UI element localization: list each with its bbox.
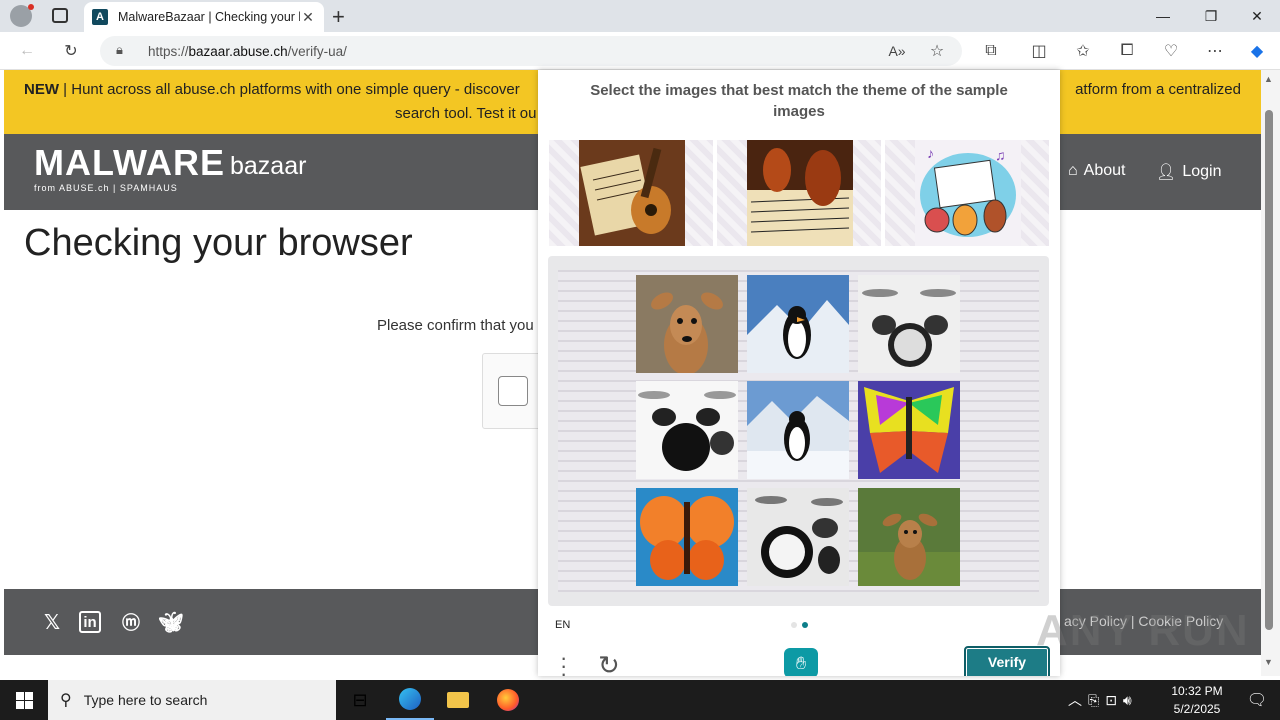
search-icon: ⚲	[60, 692, 72, 709]
lock-icon[interactable]: 🔒︎	[116, 42, 132, 60]
taskbar-clock[interactable]: 10:32 PM 5/2/2025	[1160, 682, 1234, 718]
captcha-menu-icon[interactable]: · · ·	[560, 647, 567, 677]
nav-about-label: About	[1083, 162, 1126, 179]
window-close-icon[interactable]: ✕	[1234, 0, 1280, 32]
tile-penguin[interactable]	[747, 381, 849, 479]
hcaptcha-logo-icon: ✋︎	[784, 648, 818, 676]
minimize-icon[interactable]: —	[1140, 0, 1186, 32]
more-options-icon[interactable]: ⋯	[1202, 38, 1228, 64]
favorites-icon[interactable]: ✩	[1070, 38, 1096, 64]
file-explorer-icon[interactable]	[434, 680, 482, 720]
edge-taskbar-icon[interactable]	[386, 680, 434, 720]
sample-image-cartoon-instruments: ♪ ♫	[885, 140, 1049, 246]
system-tray-icons[interactable]: ︿⎘⊡🔊︎	[1068, 690, 1138, 710]
banner-text: | Hunt across all abuse.ch platforms wit…	[59, 81, 520, 98]
url-domain: bazaar.abuse.ch	[188, 43, 288, 59]
browser-essentials-icon[interactable]: ♡	[1158, 38, 1184, 64]
notification-center-icon[interactable]: 🗨︎	[1234, 680, 1280, 720]
tile-butterfly[interactable]	[636, 488, 738, 586]
url-scheme: https://	[148, 43, 189, 59]
banner-text-continued: atform from a centralized	[1075, 81, 1241, 98]
language-selector[interactable]: EN	[555, 619, 570, 631]
captcha-prompt: Select the images that best match the th…	[590, 82, 1008, 120]
violin-sheet-music-image	[747, 140, 853, 246]
page-dot-1[interactable]	[791, 622, 797, 628]
url-input[interactable]: https://bazaar.abuse.ch/verify-ua/	[100, 36, 962, 66]
scroll-down-icon[interactable]: ▼	[1264, 657, 1273, 667]
extensions-icon[interactable]: ⧉	[978, 38, 1004, 64]
sample-image-violin	[717, 140, 881, 246]
tab-close-icon[interactable]: ✕	[300, 9, 316, 26]
guitar-sheet-music-image	[579, 140, 685, 246]
user-icon: 👤︎	[1156, 164, 1177, 181]
captcha-checkbox[interactable]	[498, 376, 528, 406]
confirm-text: Please confirm that you	[377, 317, 534, 334]
tile-penguin[interactable]	[747, 275, 849, 373]
logo-from-abuse-spamhaus: from ABUSE.ch | SPAMHAUS	[34, 183, 178, 193]
svg-text:♫: ♫	[995, 147, 1006, 163]
logo-bazaar[interactable]: bazaar	[230, 152, 306, 181]
split-screen-icon[interactable]: ◫	[1026, 38, 1052, 64]
scrollbar-thumb[interactable]	[1265, 110, 1273, 630]
page-dot-2-active[interactable]	[802, 622, 808, 628]
task-view-icon[interactable]: ⊟	[336, 680, 384, 720]
page-title: Checking your browser	[24, 222, 413, 264]
mastodon-icon[interactable]: ⓜ	[118, 609, 144, 635]
anyrun-watermark: ANY RUN	[1036, 606, 1250, 655]
captcha-challenge-panel: Select the images that best match the th…	[538, 70, 1060, 676]
cartoon-instruments-image: ♪ ♫	[915, 140, 1021, 246]
tab-title: MalwareBazaar | Checking your b	[118, 10, 300, 24]
new-tab-icon[interactable]: +	[332, 4, 352, 29]
svg-text:♪: ♪	[927, 145, 934, 161]
nav-login-label: Login	[1182, 163, 1222, 180]
tile-drum-kit[interactable]	[636, 381, 738, 479]
taskbar-search-box[interactable]: ⚲ Type here to search	[48, 680, 336, 720]
banner-new-label: NEW	[24, 81, 59, 98]
malwarebazaar-favicon-icon: A	[92, 9, 108, 25]
tile-deer[interactable]	[636, 275, 738, 375]
clock-date: 5/2/2025	[1173, 702, 1221, 716]
tab-actions-icon[interactable]	[52, 8, 68, 23]
clock-time: 10:32 PM	[1171, 684, 1223, 698]
captcha-refresh-icon[interactable]: ↻	[598, 650, 620, 676]
refresh-icon[interactable]: ↻	[58, 38, 84, 64]
taskbar-search-placeholder: Type here to search	[83, 692, 208, 708]
firefox-icon[interactable]	[484, 680, 532, 720]
copilot-icon[interactable]: ◆	[1244, 38, 1270, 64]
x-twitter-icon[interactable]: 𝕏	[39, 609, 65, 635]
favorite-star-icon[interactable]: ☆	[924, 38, 950, 64]
profile-badge-icon	[28, 4, 34, 10]
collections-icon[interactable]: ⧠	[1114, 38, 1140, 64]
tile-drum-kit[interactable]	[747, 488, 849, 586]
nav-login-link[interactable]: 👤︎ Login	[1156, 162, 1221, 182]
home-icon: ⌂	[1068, 162, 1078, 179]
tile-deer[interactable]	[858, 488, 960, 586]
browser-tab[interactable]: A MalwareBazaar | Checking your b ✕	[84, 2, 324, 32]
bluesky-icon[interactable]: 🦋︎	[158, 609, 184, 635]
start-button[interactable]	[0, 680, 48, 720]
read-aloud-icon[interactable]: A»	[884, 38, 910, 64]
back-icon[interactable]: ←	[14, 38, 40, 64]
linkedin-icon[interactable]: in	[79, 611, 101, 633]
scroll-up-icon[interactable]: ▲	[1264, 74, 1273, 84]
restore-icon[interactable]: ❐	[1188, 0, 1234, 32]
tile-drum-kit[interactable]	[858, 275, 960, 373]
url-path: /verify-ua/	[287, 43, 347, 59]
logo-malware[interactable]: MALWARE	[34, 142, 225, 184]
sample-image-guitar	[549, 140, 713, 246]
windows-logo-icon	[15, 691, 33, 709]
nav-about-link[interactable]: ⌂ About	[1068, 162, 1125, 180]
tile-butterfly[interactable]	[858, 381, 960, 479]
